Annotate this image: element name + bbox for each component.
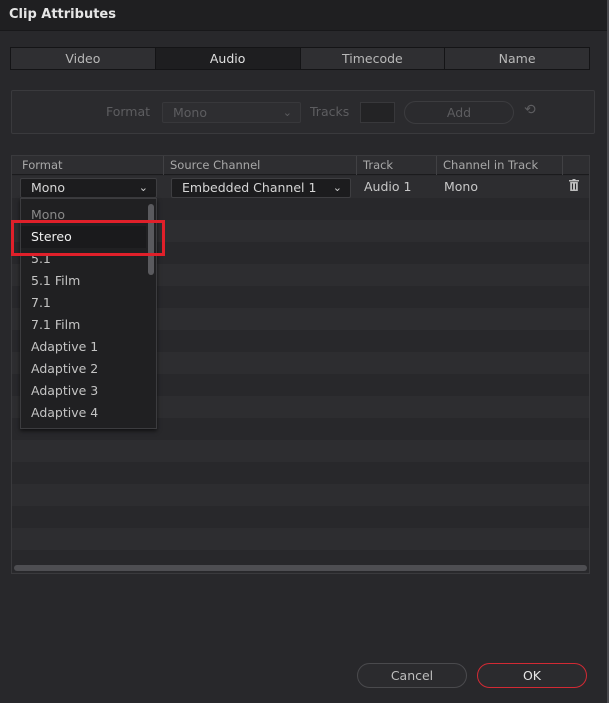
- column-header-track: Track: [357, 156, 437, 175]
- tab-timecode[interactable]: Timecode: [301, 48, 446, 69]
- option-adaptive-1[interactable]: Adaptive 1: [21, 336, 146, 358]
- chevron-down-icon: ⌄: [138, 181, 148, 194]
- option-7-1[interactable]: 7.1: [21, 292, 146, 314]
- format-label: Format: [106, 104, 151, 119]
- row-format-select[interactable]: Mono ⌄: [20, 178, 157, 198]
- table-header: Format Source Channel Track Channel in T…: [12, 156, 589, 175]
- tab-bar: Video Audio Timecode Name: [10, 47, 590, 70]
- option-adaptive-2[interactable]: Adaptive 2: [21, 358, 146, 380]
- cancel-button[interactable]: Cancel: [357, 663, 467, 688]
- option-adaptive-3[interactable]: Adaptive 3: [21, 380, 146, 402]
- chevron-down-icon: ⌄: [282, 106, 292, 119]
- horizontal-scrollbar[interactable]: [14, 565, 587, 571]
- chevron-down-icon: ⌄: [332, 181, 342, 194]
- format-add-bar: Format Mono ⌄ Tracks Add ⟲: [11, 90, 595, 134]
- option-7-1-film[interactable]: 7.1 Film: [21, 314, 146, 336]
- column-header-source-channel: Source Channel: [164, 156, 357, 175]
- table-row: [12, 440, 589, 462]
- ok-button[interactable]: OK: [477, 663, 587, 688]
- option-5-1-film[interactable]: 5.1 Film: [21, 270, 146, 292]
- tab-name[interactable]: Name: [445, 48, 589, 69]
- source-channel-value: Embedded Channel 1: [182, 180, 317, 195]
- tracks-input[interactable]: [360, 102, 395, 123]
- table-row: [12, 506, 589, 528]
- track-value: Audio 1: [364, 179, 412, 194]
- column-header-format: Format: [16, 156, 164, 175]
- column-header-channel-in-track: Channel in Track: [437, 156, 563, 175]
- row-format-value: Mono: [31, 180, 66, 195]
- tab-audio[interactable]: Audio: [155, 48, 301, 69]
- format-select-value: Mono: [173, 105, 208, 120]
- window-title: Clip Attributes: [9, 7, 116, 22]
- channel-in-track-value: Mono: [444, 179, 479, 194]
- title-bar: Clip Attributes: [0, 0, 609, 31]
- source-channel-select[interactable]: Embedded Channel 1 ⌄: [171, 178, 351, 198]
- clip-attributes-dialog: Clip Attributes Video Audio Timecode Nam…: [0, 0, 609, 703]
- reset-icon[interactable]: ⟲: [524, 102, 536, 118]
- tracks-label: Tracks: [310, 104, 350, 119]
- option-adaptive-4[interactable]: Adaptive 4: [21, 402, 146, 424]
- table-row: [12, 528, 589, 550]
- add-button[interactable]: Add: [404, 101, 514, 124]
- format-select[interactable]: Mono ⌄: [162, 102, 301, 123]
- tab-video[interactable]: Video: [11, 48, 156, 69]
- table-row: [12, 462, 589, 484]
- highlight-annotation: [11, 220, 165, 256]
- trash-icon[interactable]: [569, 179, 579, 191]
- table-row: [12, 484, 589, 506]
